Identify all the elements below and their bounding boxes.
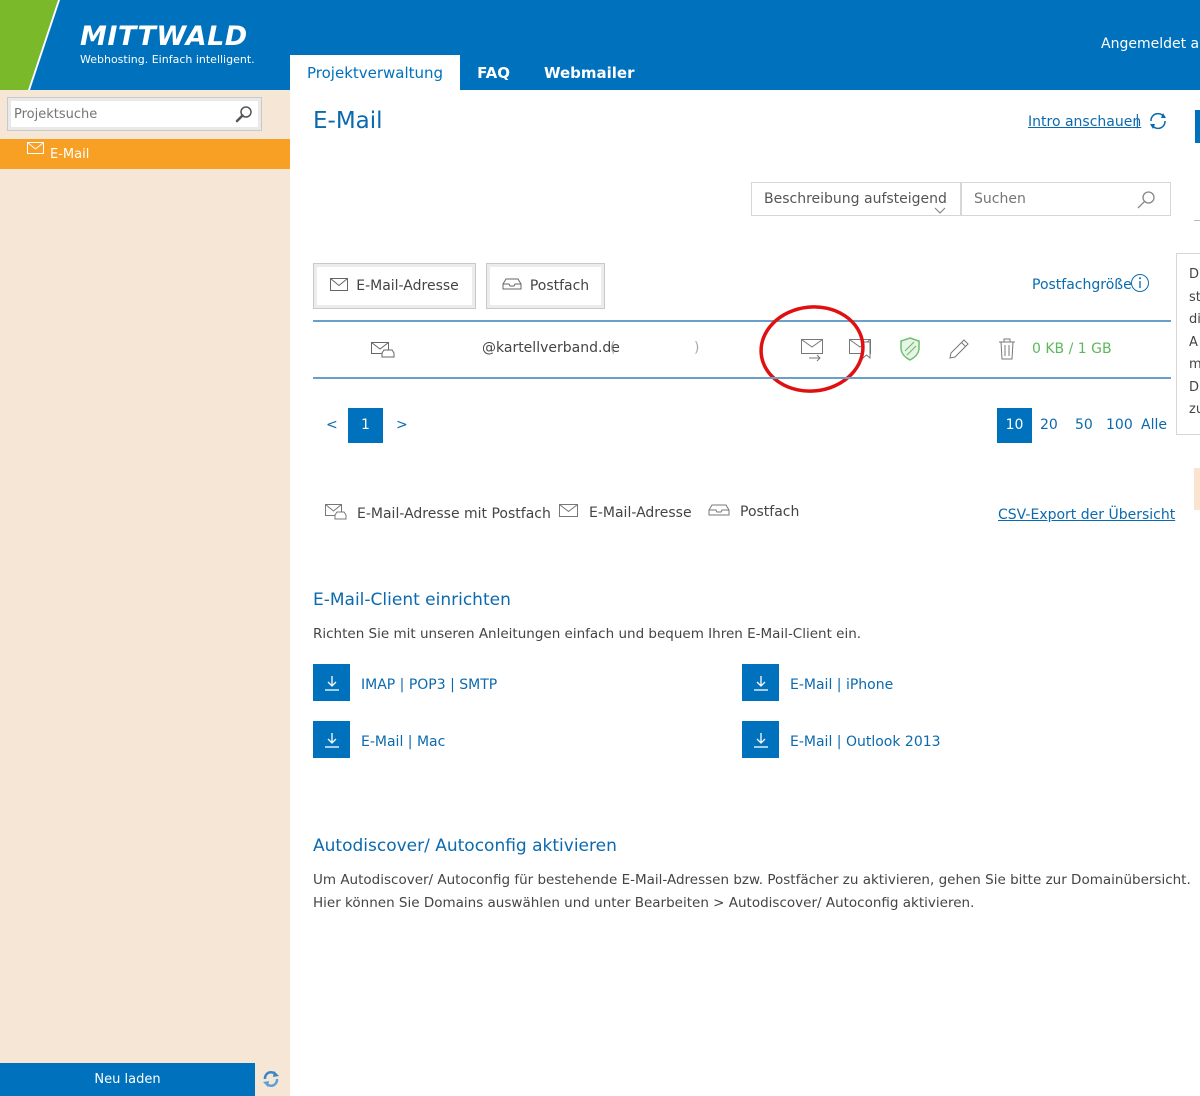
legend-label: E-Mail-Adresse	[589, 505, 692, 521]
download-imap-link[interactable]: IMAP | POP3 | SMTP	[361, 677, 497, 693]
side-panel-accent	[1194, 468, 1200, 510]
sidebar: E-Mail Neu laden	[0, 90, 290, 1096]
per-page-100[interactable]: 100	[1106, 408, 1133, 443]
side-panel-text: A	[1189, 334, 1198, 350]
pagination-prev[interactable]: <	[326, 417, 338, 433]
help-side-panel: D st di A m D zu	[1176, 253, 1200, 435]
top-header: MITTWALD Webhosting. Einfach intelligent…	[0, 0, 1200, 90]
download-icon	[753, 732, 768, 748]
mailbox-icon	[502, 278, 522, 294]
edit-pencil-icon[interactable]	[946, 336, 970, 366]
pagination-page-1[interactable]: 1	[348, 408, 383, 443]
pagination-next[interactable]: >	[396, 417, 408, 433]
sort-select-value: Beschreibung aufsteigend	[764, 191, 947, 207]
search-icon[interactable]	[1136, 190, 1156, 214]
project-search-input[interactable]	[8, 98, 223, 130]
download-icon	[324, 675, 339, 691]
legend-label: E-Mail-Adresse mit Postfach	[357, 506, 551, 522]
envelope-icon	[27, 142, 44, 158]
download-icon	[753, 675, 768, 691]
mail-with-mailbox-icon	[325, 504, 347, 524]
download-imap-button[interactable]	[313, 664, 350, 701]
download-mac-button[interactable]	[313, 721, 350, 758]
project-search	[7, 97, 262, 131]
download-iphone-button[interactable]	[742, 664, 779, 701]
email-address[interactable]: @kartellverband.de	[482, 340, 620, 356]
client-setup-title: E-Mail-Client einrichten	[313, 590, 511, 610]
per-page-50[interactable]: 50	[1075, 408, 1093, 443]
mailbox-size-header[interactable]: Postfachgröße	[1032, 277, 1132, 293]
per-page-all[interactable]: Alle	[1141, 408, 1167, 443]
download-outlook-link[interactable]: E-Mail | Outlook 2013	[790, 734, 941, 750]
side-panel-text: D	[1189, 267, 1200, 282]
paren-close: )	[694, 340, 700, 356]
per-page-10[interactable]: 10	[997, 408, 1032, 443]
trash-icon[interactable]	[996, 336, 1018, 366]
mailbox-usage: 0 KB / 1 GB	[1032, 341, 1112, 357]
sidebar-item-email[interactable]: E-Mail	[0, 139, 290, 169]
logo-tagline: Webhosting. Einfach intelligent.	[80, 53, 255, 66]
autodiscover-text-2: Hier können Sie Domains auswählen und un…	[313, 895, 975, 911]
per-page-20[interactable]: 20	[1040, 408, 1058, 443]
tab-faq[interactable]: FAQ	[460, 55, 527, 90]
paren-open: (	[610, 340, 616, 356]
info-icon[interactable]	[1130, 273, 1150, 297]
envelope-icon	[330, 277, 349, 295]
autodiscover-text-1: Um Autodiscover/ Autoconfig für bestehen…	[313, 872, 1191, 888]
tab-webmailer[interactable]: Webmailer	[527, 55, 652, 90]
sort-select[interactable]: Beschreibung aufsteigend	[751, 182, 961, 216]
page-title: E-Mail	[313, 108, 383, 134]
email-search-input[interactable]	[962, 183, 1132, 215]
intro-separator: |	[1135, 113, 1140, 129]
logo-name: MITTWALD	[80, 21, 248, 52]
table-bottom-border	[313, 377, 1171, 379]
side-panel-text: D	[1189, 379, 1200, 395]
spam-shield-icon[interactable]	[898, 336, 922, 366]
refresh-icon[interactable]	[262, 1070, 280, 1092]
email-search	[961, 182, 1171, 216]
csv-export-link[interactable]: CSV-Export der Übersicht	[998, 507, 1175, 523]
main-content: E-Mail Intro anschauen | Beschreibung au…	[290, 90, 1200, 1096]
refresh-icon[interactable]	[1147, 110, 1169, 136]
login-status: Angemeldet als	[1101, 36, 1200, 52]
add-postfach-button[interactable]: Postfach	[486, 263, 605, 309]
table-top-border	[313, 320, 1171, 322]
download-icon	[324, 732, 339, 748]
forward-mail-icon[interactable]	[800, 336, 826, 366]
tab-projektverwaltung[interactable]: Projektverwaltung	[290, 55, 461, 90]
side-panel-text: zu	[1189, 402, 1200, 417]
intro-link[interactable]: Intro anschauen	[1028, 114, 1141, 130]
download-iphone-link[interactable]: E-Mail | iPhone	[790, 677, 893, 693]
button-label: E-Mail-Adresse	[356, 278, 459, 294]
add-email-address-button[interactable]: E-Mail-Adresse	[313, 263, 476, 309]
reload-button[interactable]: Neu laden	[0, 1063, 255, 1096]
mailbox-icon	[708, 504, 730, 520]
button-label: Postfach	[529, 278, 590, 294]
legend-label: Postfach	[740, 504, 800, 520]
chevron-down-icon	[934, 195, 946, 227]
mail-with-mailbox-icon	[371, 342, 395, 362]
legend-postfach: Postfach	[708, 504, 799, 520]
brand-green-stripe	[0, 0, 60, 90]
envelope-icon	[559, 504, 579, 522]
main-tabs: Projektverwaltung FAQ Webmailer	[290, 55, 652, 90]
download-mac-link[interactable]: E-Mail | Mac	[361, 734, 445, 750]
side-panel-text: st	[1189, 289, 1200, 305]
legend-mail-with-mailbox: E-Mail-Adresse mit Postfach	[325, 504, 551, 524]
legend-mail-address: E-Mail-Adresse	[559, 504, 692, 522]
divider	[1194, 220, 1200, 221]
download-outlook-button[interactable]	[742, 721, 779, 758]
search-icon[interactable]	[235, 105, 253, 127]
client-setup-text: Richten Sie mit unseren Anleitungen einf…	[313, 626, 862, 642]
autodiscover-title: Autodiscover/ Autoconfig aktivieren	[313, 836, 617, 856]
autoresponder-icon[interactable]	[848, 336, 874, 366]
mittwald-logo[interactable]: MITTWALD Webhosting. Einfach intelligent…	[80, 22, 255, 67]
side-panel-text: m	[1177, 354, 1200, 377]
sidebar-item-label: E-Mail	[50, 146, 90, 162]
side-panel-toggle[interactable]	[1195, 110, 1200, 143]
side-panel-text: di	[1189, 312, 1200, 327]
